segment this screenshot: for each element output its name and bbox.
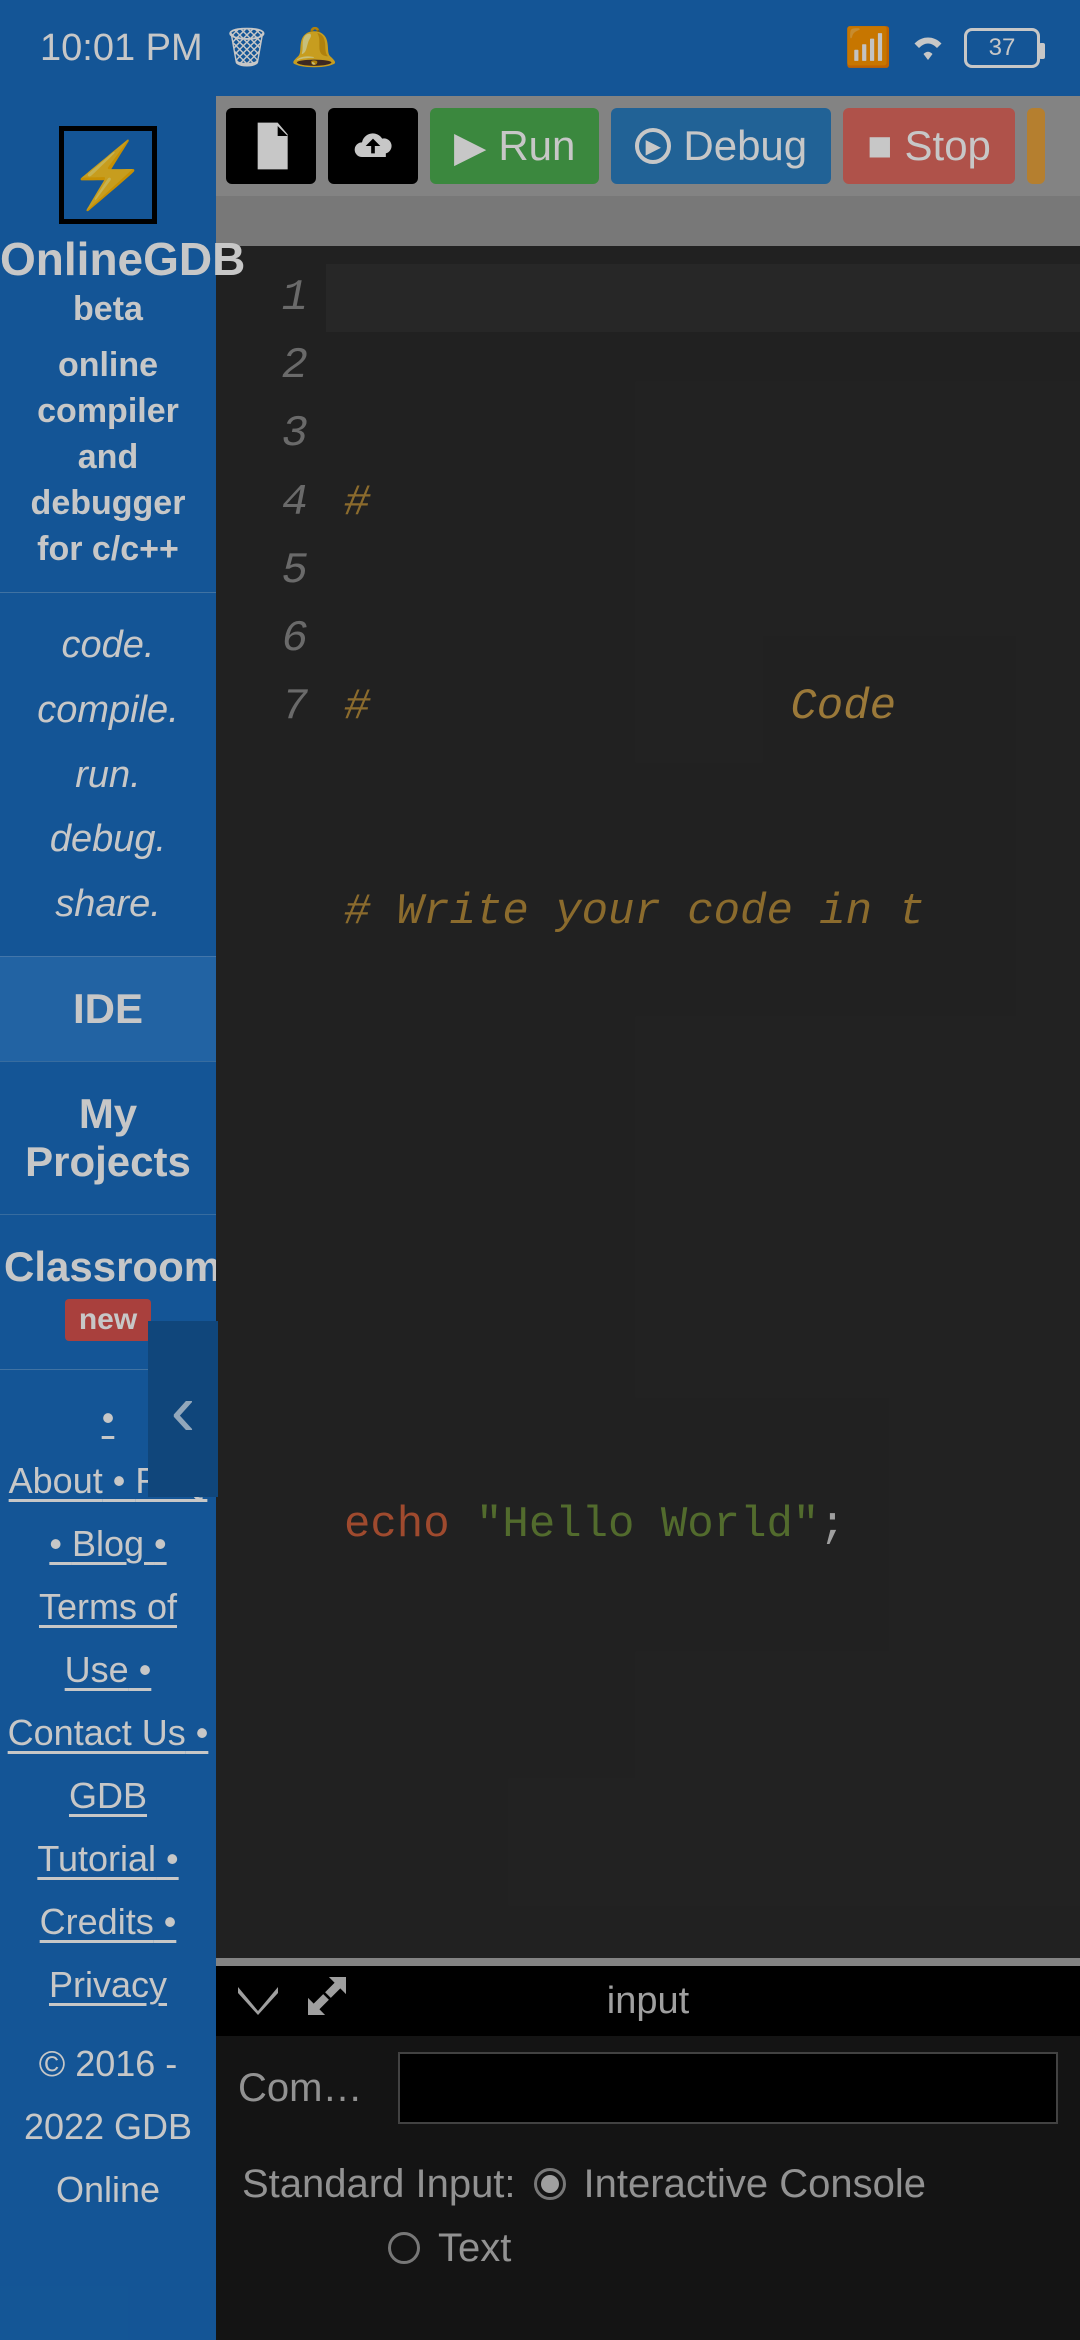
radio-text[interactable] (388, 2232, 420, 2264)
logo-icon: ⚡ (59, 126, 157, 224)
radio-text-label[interactable]: Text (438, 2216, 511, 2280)
radio-interactive-label[interactable]: Interactive Console (584, 2152, 926, 2216)
play-icon: ▶ (454, 122, 486, 171)
debug-play-icon: ▶ (635, 128, 671, 164)
upload-button[interactable] (328, 108, 418, 184)
trash-icon: 🗑 (223, 26, 271, 70)
stdin-label: Standard Input: (242, 2152, 516, 2216)
link-about[interactable]: About (9, 1460, 103, 1501)
sidebar: ⚡ OnlineGDB beta online compiler and deb… (0, 96, 216, 2340)
console-title: input (607, 1980, 689, 2023)
collapse-console-icon[interactable] (238, 1977, 278, 2025)
command-line-args-label: Com… (238, 2066, 378, 2111)
tab-strip (216, 196, 1080, 246)
battery-icon: 37 (964, 28, 1040, 68)
line-gutter: 1 2 3 4 5 6 7 (216, 246, 326, 1958)
command-line-args-input[interactable] (398, 2052, 1058, 2124)
link-blog[interactable]: Blog (72, 1523, 144, 1564)
chevron-left-icon: ‹ (171, 1367, 196, 1452)
main-area: ▶ Run ▶ Debug ■ Stop 1 2 3 4 5 6 7 (216, 96, 1080, 2340)
toolbar: ▶ Run ▶ Debug ■ Stop (216, 96, 1080, 196)
stop-button[interactable]: ■ Stop (843, 108, 1015, 184)
share-button-partial[interactable] (1027, 108, 1045, 184)
bell-icon: 🔔 (291, 26, 338, 70)
brand-name: OnlineGDB (0, 232, 216, 286)
signal-icon: 📶 (845, 26, 892, 70)
nav-ide[interactable]: IDE (0, 956, 216, 1061)
debug-button[interactable]: ▶ Debug (611, 108, 831, 184)
link-credits[interactable]: Credits (40, 1901, 154, 1942)
new-file-button[interactable] (226, 108, 316, 184)
link-contact[interactable]: Contact Us (8, 1712, 186, 1753)
collapse-sidebar-button[interactable]: ‹ (148, 1321, 218, 1497)
slogan: code. compile. run. debug. share. (0, 593, 216, 956)
nav-my-projects[interactable]: My Projects (0, 1061, 216, 1214)
code-editor[interactable]: 1 2 3 4 5 6 7 # #Code # Write your code … (216, 246, 1080, 1958)
copyright: © 2016 - 2022 GDB Online (0, 2032, 216, 2237)
status-time: 10:01 PM (40, 27, 203, 70)
code-area[interactable]: # #Code # Write your code in t echo "Hel… (326, 246, 1080, 1958)
status-bar: 10:01 PM 🗑 🔔 📶 37 (0, 0, 1080, 96)
console-panel: input Com… Standard Input: Interactive C… (216, 1958, 1080, 2340)
link-privacy[interactable]: Privacy (49, 1964, 167, 2005)
run-button[interactable]: ▶ Run (430, 108, 599, 184)
tagline: online compiler and debugger for c/c++ (0, 335, 216, 592)
radio-interactive[interactable] (534, 2168, 566, 2200)
link-tutorial[interactable]: GDB Tutorial (37, 1775, 156, 1879)
link-terms[interactable]: Terms of Use (39, 1586, 177, 1690)
beta-label: beta (0, 290, 216, 329)
stop-icon: ■ (867, 122, 892, 170)
new-badge: new (65, 1299, 151, 1341)
wifi-icon (910, 27, 946, 70)
expand-console-icon[interactable] (308, 1977, 346, 2025)
